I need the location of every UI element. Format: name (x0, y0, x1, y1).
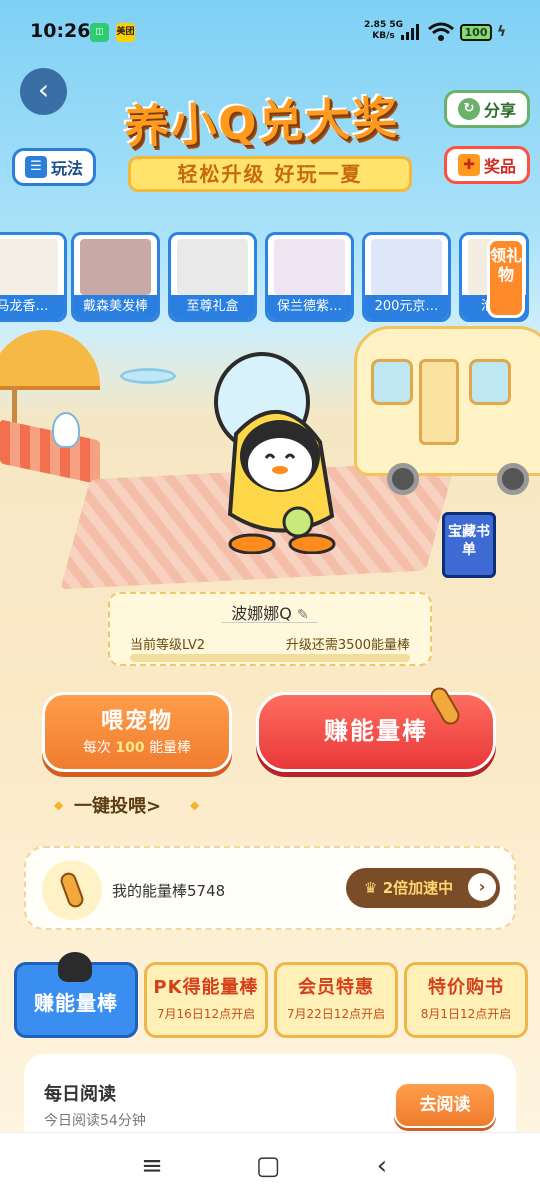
speed-boost-tag[interactable]: ♛ 2倍加速中 › (346, 868, 500, 908)
prize-card[interactable]: 保兰德紫… (265, 232, 354, 322)
prize-card[interactable]: 戴森美发棒 (71, 232, 160, 322)
energy-bar-icon (42, 860, 102, 920)
van-window (371, 359, 413, 405)
wifi-icon (428, 22, 454, 46)
pet-name[interactable]: 波娜娜Q ✎ (110, 600, 430, 624)
prize-card[interactable]: 至尊礼盒 (168, 232, 257, 322)
battery-indicator: 100 (460, 24, 492, 41)
network-speed: 2.85 5G KB/s (364, 20, 403, 41)
feed-title: 喂宠物 (100, 709, 173, 734)
task-title: 每日阅读 (44, 1084, 116, 1105)
sparkle-icon: ◆ (190, 798, 200, 812)
edit-icon[interactable]: ✎ (297, 607, 309, 623)
signal-icon (400, 24, 422, 44)
prizes-button[interactable]: ✚ 奖品 (444, 146, 530, 184)
system-nav-bar: ≡ ▢ ‹ (0, 1132, 540, 1200)
tab-title: 会员特惠 (298, 977, 374, 998)
gift-icon: ✚ (457, 154, 480, 176)
sparkle-icon: ◆ (54, 798, 64, 812)
prize-image (177, 239, 248, 295)
treasure-booklist-button[interactable]: 宝藏书单 (442, 512, 496, 578)
rules-button[interactable]: ☰ 玩法 (12, 148, 96, 186)
van-wheel (497, 463, 529, 495)
home-icon[interactable]: ▢ (248, 1151, 288, 1181)
energy-balance-card: 我的能量棒5748 ♛ 2倍加速中 › (24, 846, 516, 930)
prize-image (371, 239, 442, 295)
task-progress: 今日阅读54分钟 (44, 1113, 146, 1129)
chevron-left-icon: ‹ (37, 73, 50, 106)
slogan-banner: 轻松升级 好玩一夏 (128, 156, 412, 192)
back-button[interactable]: ‹ (20, 68, 67, 115)
share-label: 分享 (483, 101, 516, 120)
earn-energy-button[interactable]: 赚能量棒 (256, 692, 496, 772)
upgrade-requirement: 升级还需3500能量棒 (285, 638, 410, 653)
pet-info-board: 波娜娜Q ✎ 当前等级LV2 升级还需3500能量棒 (108, 592, 432, 666)
tab-pk-energy[interactable]: PK得能量棒 7月16日12点开启 (144, 962, 268, 1038)
charging-icon: ϟ (497, 24, 507, 40)
share-icon: ↻ (457, 98, 480, 120)
tab-subtitle: 8月1日12点开启 (420, 1007, 512, 1021)
rules-label: 玩法 (50, 159, 83, 178)
beach-chair-decoration (0, 419, 100, 485)
seagull-decoration (52, 412, 80, 448)
prize-card[interactable]: 200元京… (362, 232, 451, 322)
tab-subtitle: 7月16日12点开启 (156, 1007, 256, 1021)
tab-member-deals[interactable]: 会员特惠 7月22日12点开启 (274, 962, 398, 1038)
tab-title: PK得能量棒 (153, 977, 259, 998)
prize-label: 200元京… (365, 295, 448, 319)
tab-title: 赚能量棒 (34, 991, 118, 1015)
prize-label: 至尊礼盒 (171, 295, 254, 319)
chevron-right-icon: › (468, 873, 496, 901)
prizes-label: 奖品 (483, 157, 516, 176)
float-ring-decoration (120, 368, 176, 384)
van-wheel (387, 463, 419, 495)
van-window (469, 359, 511, 405)
page-title: 养小Q兑大奖 (123, 91, 401, 154)
tab-title: 特价购书 (428, 977, 504, 998)
prize-label: 戴森美发棒 (74, 295, 157, 319)
crown-icon: ♛ (364, 879, 378, 897)
feed-pet-button[interactable]: 喂宠物 每次 100 能量棒 (42, 692, 232, 772)
prize-image (80, 239, 151, 295)
current-level: 当前等级LV2 (130, 638, 205, 653)
app-notification-icon: ◫ (90, 23, 109, 42)
status-time: 10:26 (30, 20, 91, 42)
level-progress-bar (130, 654, 410, 662)
energy-balance: 我的能量棒5748 (112, 882, 226, 900)
penguin-mascot[interactable] (200, 346, 360, 555)
name-underline (222, 622, 318, 623)
status-bar: 10:26 ◫ 美团 2.85 5G KB/s 100 ϟ (0, 0, 540, 64)
go-read-button[interactable]: 去阅读 (394, 1082, 496, 1128)
back-icon[interactable]: ‹ (362, 1151, 402, 1181)
prize-label: 马龙香… (0, 295, 64, 319)
menu-icon[interactable]: ≡ (132, 1151, 172, 1181)
prize-card[interactable]: 马龙香… (0, 232, 67, 322)
rules-icon: ☰ (24, 156, 47, 178)
prize-image (0, 239, 58, 295)
tab-discount-books[interactable]: 特价购书 8月1日12点开启 (404, 962, 528, 1038)
meituan-notification-icon: 美团 (116, 23, 135, 42)
get-gift-button[interactable]: 领礼物 (487, 238, 525, 318)
umbrella-decoration (0, 330, 100, 390)
tab-subtitle: 7月22日12点开启 (286, 1007, 386, 1021)
feed-cost: 每次 100 能量棒 (82, 740, 192, 756)
prize-image (274, 239, 345, 295)
camper-van (354, 326, 540, 495)
share-button[interactable]: ↻ 分享 (444, 90, 530, 128)
penguin-badge-icon (58, 952, 92, 982)
van-door (419, 359, 459, 445)
prize-label: 保兰德紫… (268, 295, 351, 319)
one-key-feed-link[interactable]: 一键投喂> (74, 792, 161, 818)
